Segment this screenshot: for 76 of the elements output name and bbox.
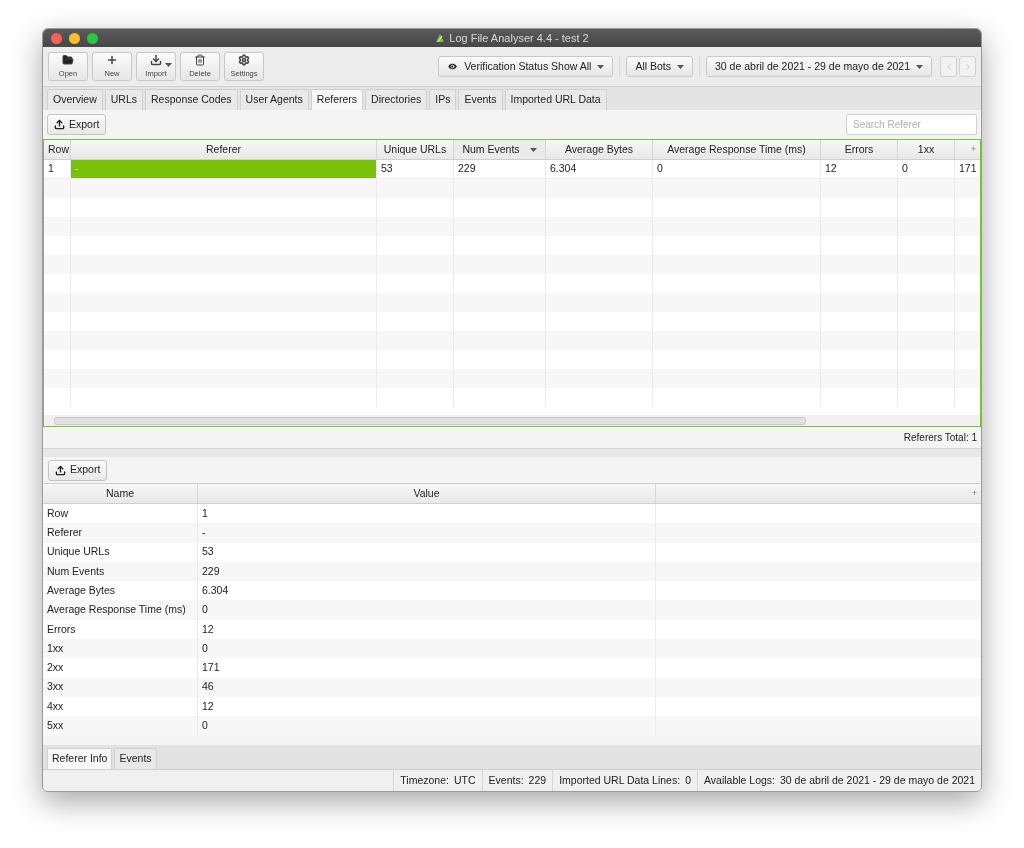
settings-icon [238, 53, 250, 66]
status-label: Timezone: [400, 772, 449, 788]
table-cell: Average Response Time (ms) [43, 600, 198, 620]
caret-icon [165, 63, 172, 67]
tab[interactable]: Events [458, 89, 503, 110]
tab[interactable]: Referer Info [47, 748, 113, 769]
tab[interactable]: IPs [429, 89, 457, 110]
horizontal-scrollbar[interactable] [43, 415, 981, 427]
window-title: Log File Analyser 4.4 - test 2 [449, 30, 589, 46]
tab[interactable]: URLs [104, 89, 144, 110]
status-value: 30 de abril de 2021 - 29 de mayo de 2021 [780, 772, 975, 788]
folder-icon [62, 53, 74, 66]
table-cell: 3xx [43, 677, 198, 697]
table-cell: 0 [198, 600, 656, 620]
upload-icon [55, 464, 66, 476]
caret-icon [677, 64, 684, 69]
plus-icon [106, 53, 118, 66]
eye-icon [447, 61, 459, 72]
table-cell: 0 [653, 160, 821, 178]
table-cell: Referer [43, 523, 198, 543]
column-menu-button[interactable]: + [971, 487, 977, 501]
minimize-icon[interactable] [69, 32, 80, 44]
column-header[interactable]: Value [198, 484, 656, 503]
column-header[interactable]: Num Events [454, 140, 546, 159]
table-cell: 6.304 [546, 160, 653, 178]
status-value: UTC [453, 772, 476, 788]
status-value: 229 [528, 772, 547, 788]
download-icon [150, 53, 162, 66]
table-cell: 5xx [43, 716, 198, 736]
column-header[interactable]: Name [43, 484, 198, 503]
tab[interactable]: Response Codes [145, 89, 238, 110]
export-button[interactable]: Export [47, 114, 107, 135]
upload-icon [54, 119, 65, 130]
caret-icon [597, 64, 605, 69]
table-cell: Unique URLs [43, 542, 198, 562]
filter-dropdown[interactable]: 30 de abril de 2021 - 29 de mayo de 2021 [706, 56, 932, 77]
tab[interactable]: Overview [47, 89, 103, 110]
total-count: Referers Total: 1 [903, 431, 977, 445]
table-cell: 171 [955, 160, 980, 178]
table-cell: 53 [198, 542, 656, 562]
column-header[interactable]: Row [44, 140, 71, 159]
table-cell: 2xx [43, 658, 198, 678]
table-cell: 0 [198, 716, 656, 736]
table-cell: 46 [198, 677, 656, 697]
column-menu-button[interactable]: + [970, 143, 976, 157]
column-header[interactable]: 1xx [898, 140, 955, 159]
tab[interactable]: Directories [365, 89, 428, 110]
filter-dropdown[interactable]: All Bots [626, 56, 693, 77]
tab[interactable]: Imported URL Data [504, 89, 607, 110]
table-cell: 229 [454, 160, 546, 178]
export-button[interactable]: Export [48, 459, 108, 481]
tab[interactable]: User Agents [239, 89, 309, 110]
column-header[interactable]: Average Bytes [546, 140, 653, 159]
status-value: 0 [685, 772, 691, 788]
close-icon[interactable] [51, 32, 62, 44]
tab[interactable]: Events [114, 748, 157, 769]
app-logo-icon [435, 33, 446, 43]
column-header[interactable]: Average Response Time (ms) [653, 140, 821, 159]
filter-dropdown[interactable]: Verification Status Show All [438, 56, 614, 77]
caret-icon [529, 147, 537, 152]
table-cell: 171 [198, 658, 656, 678]
table-cell: - [71, 160, 377, 178]
caret-icon [916, 64, 923, 69]
maximize-icon[interactable] [87, 32, 98, 44]
table-cell: 53 [377, 160, 454, 178]
status-label: Available Logs: [704, 772, 775, 788]
status-label: Imported URL Data Lines: [559, 772, 681, 788]
column-header[interactable]: Errors [821, 140, 898, 159]
table-cell: - [198, 523, 656, 543]
column-header[interactable]: Referer [71, 140, 377, 159]
table-cell: 12 [821, 160, 898, 178]
table-cell: 0 [898, 160, 955, 178]
trash-icon [194, 53, 206, 66]
status-label: Events: [488, 772, 524, 788]
tab[interactable]: Referers [310, 89, 364, 110]
search-field[interactable]: Search Referer [846, 114, 977, 135]
